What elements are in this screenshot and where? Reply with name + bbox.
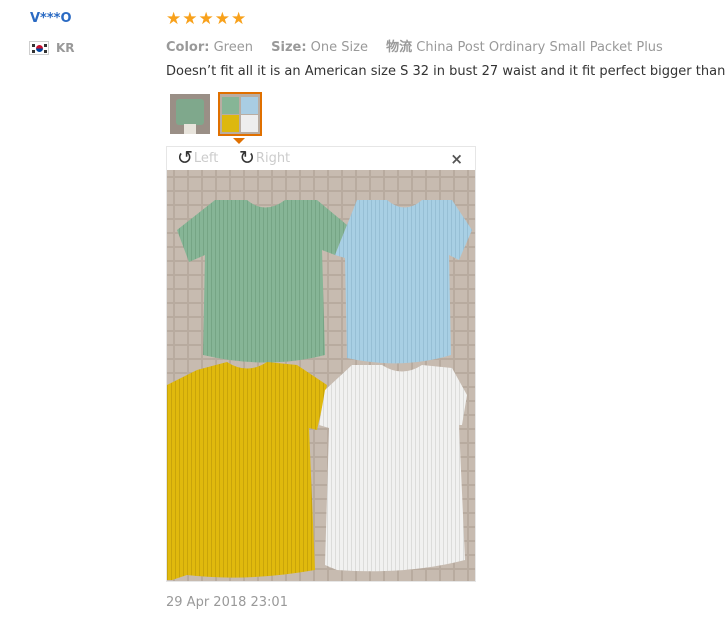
star-icon: ★ xyxy=(231,9,247,29)
viewer-toolbar: ↺ Left ↻ Right × xyxy=(167,147,475,169)
korea-flag-icon xyxy=(29,41,49,55)
thumbnail-2[interactable] xyxy=(218,92,262,136)
user-name[interactable]: V***O xyxy=(30,11,72,26)
rotate-left-icon: ↺ xyxy=(177,147,193,169)
color-info: Color: Green xyxy=(166,40,253,55)
thumbnail-image xyxy=(170,94,210,134)
review-photo-image xyxy=(167,170,475,581)
rotate-right-icon: ↻ xyxy=(239,147,255,169)
review-photo xyxy=(167,170,475,581)
feedback-text: Doesn’t fit all it is an American size S… xyxy=(166,64,725,79)
user-country: KR xyxy=(29,41,75,55)
thumbnail-1[interactable] xyxy=(168,92,212,136)
photo-viewer: ↺ Left ↻ Right × xyxy=(166,146,476,582)
active-thumbnail-indicator xyxy=(233,138,245,144)
country-code: KR xyxy=(56,41,75,55)
star-icon: ★ xyxy=(166,9,182,29)
thumbnail-image xyxy=(220,94,260,134)
star-icon: ★ xyxy=(198,9,214,29)
feedback-item: V***O KR ★ ★ ★ ★ ★ Color: Green Size: On… xyxy=(0,0,725,621)
star-rating: ★ ★ ★ ★ ★ xyxy=(166,11,246,28)
order-info: Color: Green Size: One Size 物流 China Pos… xyxy=(166,36,677,55)
rotate-right-button[interactable]: ↻ Right xyxy=(239,147,290,169)
rotate-left-button[interactable]: ↺ Left xyxy=(177,147,218,169)
close-icon[interactable]: × xyxy=(450,150,463,168)
logistics-info: 物流 China Post Ordinary Small Packet Plus xyxy=(386,40,663,55)
star-icon: ★ xyxy=(214,9,230,29)
feedback-date: 29 Apr 2018 23:01 xyxy=(166,595,288,610)
size-info: Size: One Size xyxy=(271,40,368,55)
star-icon: ★ xyxy=(182,9,198,29)
photo-thumbnails xyxy=(168,92,262,136)
